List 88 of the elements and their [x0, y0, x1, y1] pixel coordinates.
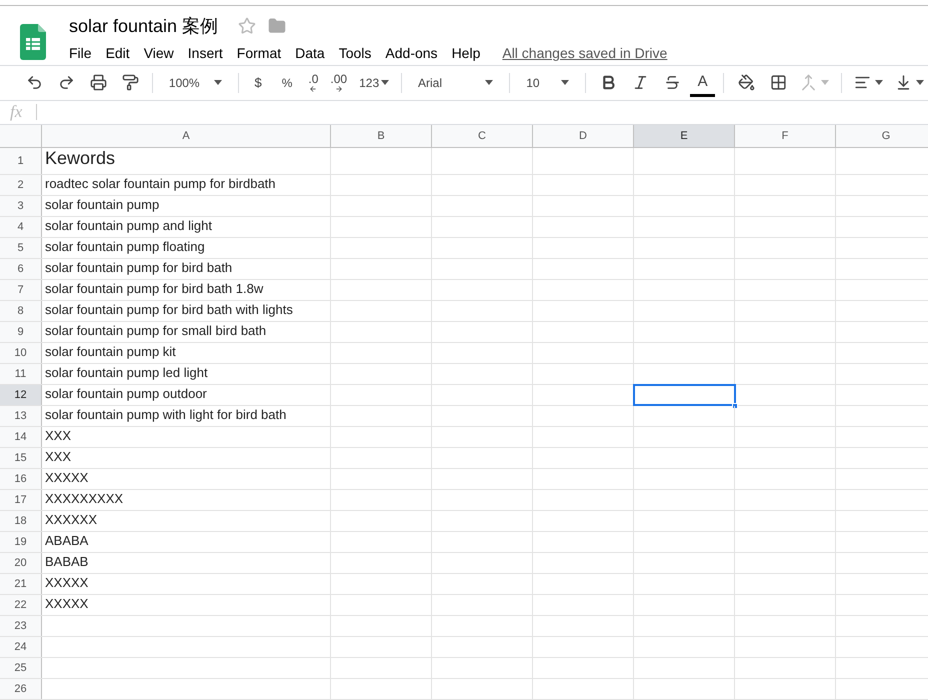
row-header[interactable]: 26	[0, 679, 42, 699]
row-header[interactable]: 1	[0, 148, 42, 174]
menu-item[interactable]: Help	[452, 43, 480, 64]
table-cell: XXXXX	[42, 574, 331, 594]
table-cell: solar fountain pump for small bird bath	[42, 322, 331, 342]
currency-button[interactable]: $	[246, 73, 270, 93]
save-status-link[interactable]: All changes saved in Drive	[502, 43, 668, 64]
fill-handle[interactable]	[732, 403, 738, 409]
row-header[interactable]: 18	[0, 511, 42, 531]
table-cell: XXX	[42, 427, 331, 447]
row-header[interactable]: 12	[0, 385, 42, 405]
row-header[interactable]: 25	[0, 658, 42, 678]
row-header[interactable]: 7	[0, 280, 42, 300]
right-arrow-icon	[334, 84, 343, 93]
row-header[interactable]: 9	[0, 322, 42, 342]
column-header[interactable]: E	[634, 124, 735, 147]
row-header[interactable]: 6	[0, 259, 42, 279]
row-header[interactable]: 24	[0, 637, 42, 657]
table-cell: XXXXXX	[42, 511, 331, 531]
table-cell: XXXXX	[42, 595, 331, 615]
row-header[interactable]: 21	[0, 574, 42, 594]
caret-icon	[821, 80, 830, 86]
row-header[interactable]: 20	[0, 553, 42, 573]
row-header[interactable]: 16	[0, 469, 42, 489]
caret-icon	[874, 80, 883, 86]
star-icon[interactable]	[238, 17, 256, 35]
column-header[interactable]: F	[735, 124, 836, 147]
table-cell: solar fountain pump outdoor	[42, 385, 331, 405]
row-header[interactable]: 15	[0, 448, 42, 468]
row-header[interactable]: 17	[0, 490, 42, 510]
menu-item[interactable]: Tools	[338, 43, 372, 64]
row-header[interactable]: 19	[0, 532, 42, 552]
table-cell: XXX	[42, 448, 331, 468]
font-dropdown[interactable]: Arial	[410, 74, 502, 92]
table-cell: XXXXXXXXX	[42, 490, 331, 510]
formula-label: fx	[10, 101, 22, 124]
merge-icon	[800, 74, 818, 92]
row-header[interactable]: 11	[0, 364, 42, 384]
table-cell: solar fountain pump for bird bath with lights	[42, 301, 331, 321]
table-cell: solar fountain pump with light for bird bath	[42, 406, 331, 426]
left-arrow-icon	[309, 84, 318, 93]
caret-icon	[485, 80, 494, 86]
row-header[interactable]: 4	[0, 217, 42, 237]
spreadsheet-logo-icon[interactable]	[20, 24, 46, 60]
decrease-decimals-button[interactable]: .0	[304, 72, 322, 93]
caret-icon	[561, 80, 570, 86]
row-header[interactable]: 23	[0, 616, 42, 636]
table-cell: solar fountain pump for bird bath 1.8w	[42, 280, 331, 300]
column-header[interactable]: B	[331, 124, 432, 147]
row-header[interactable]: 10	[0, 343, 42, 363]
font-size-dropdown[interactable]: 10	[518, 74, 578, 92]
document-title[interactable]: solar fountain 案例	[69, 12, 218, 40]
column-header[interactable]: C	[432, 124, 533, 147]
row-header[interactable]: 14	[0, 427, 42, 447]
menu-item[interactable]: File	[69, 43, 92, 64]
menu-item[interactable]: Data	[295, 43, 325, 64]
table-cell: XXXXX	[42, 469, 331, 489]
table-cell: Kewords	[42, 148, 331, 174]
menu-item[interactable]: Add-ons	[385, 43, 438, 64]
text-color-button[interactable]: A	[690, 68, 716, 97]
caret-icon	[381, 80, 390, 86]
row-header[interactable]: 22	[0, 595, 42, 615]
table-cell: solar fountain pump for bird bath	[42, 259, 331, 279]
more-formats-dropdown[interactable]: 123	[355, 74, 394, 92]
table-cell: ABABA	[42, 532, 331, 552]
menu-item[interactable]: Format	[236, 43, 282, 64]
row-header[interactable]: 3	[0, 196, 42, 216]
table-cell: solar fountain pump and light	[42, 217, 331, 237]
increase-decimals-button[interactable]: .00	[326, 72, 352, 93]
row-header[interactable]: 8	[0, 301, 42, 321]
zoom-dropdown[interactable]: 100%	[160, 74, 230, 92]
caret-icon	[916, 80, 924, 86]
table-cell: BABAB	[42, 553, 331, 573]
column-header[interactable]: A	[42, 124, 331, 147]
caret-icon	[214, 80, 222, 86]
table-cell: roadtec solar fountain pump for birdbath	[42, 175, 331, 195]
table-cell: solar fountain pump kit	[42, 343, 331, 363]
row-header[interactable]: 13	[0, 406, 42, 426]
menu-item[interactable]: Insert	[188, 43, 223, 64]
table-cell: solar fountain pump	[42, 196, 331, 216]
table-cell: solar fountain pump floating	[42, 238, 331, 258]
menu-item[interactable]: View	[144, 43, 174, 64]
column-header[interactable]: G	[836, 124, 928, 147]
row-header[interactable]: 5	[0, 238, 42, 258]
menu-item[interactable]: Edit	[106, 43, 130, 64]
percent-button[interactable]: %	[274, 74, 300, 92]
row-header[interactable]: 2	[0, 175, 42, 195]
table-cell: solar fountain pump led light	[42, 364, 331, 384]
